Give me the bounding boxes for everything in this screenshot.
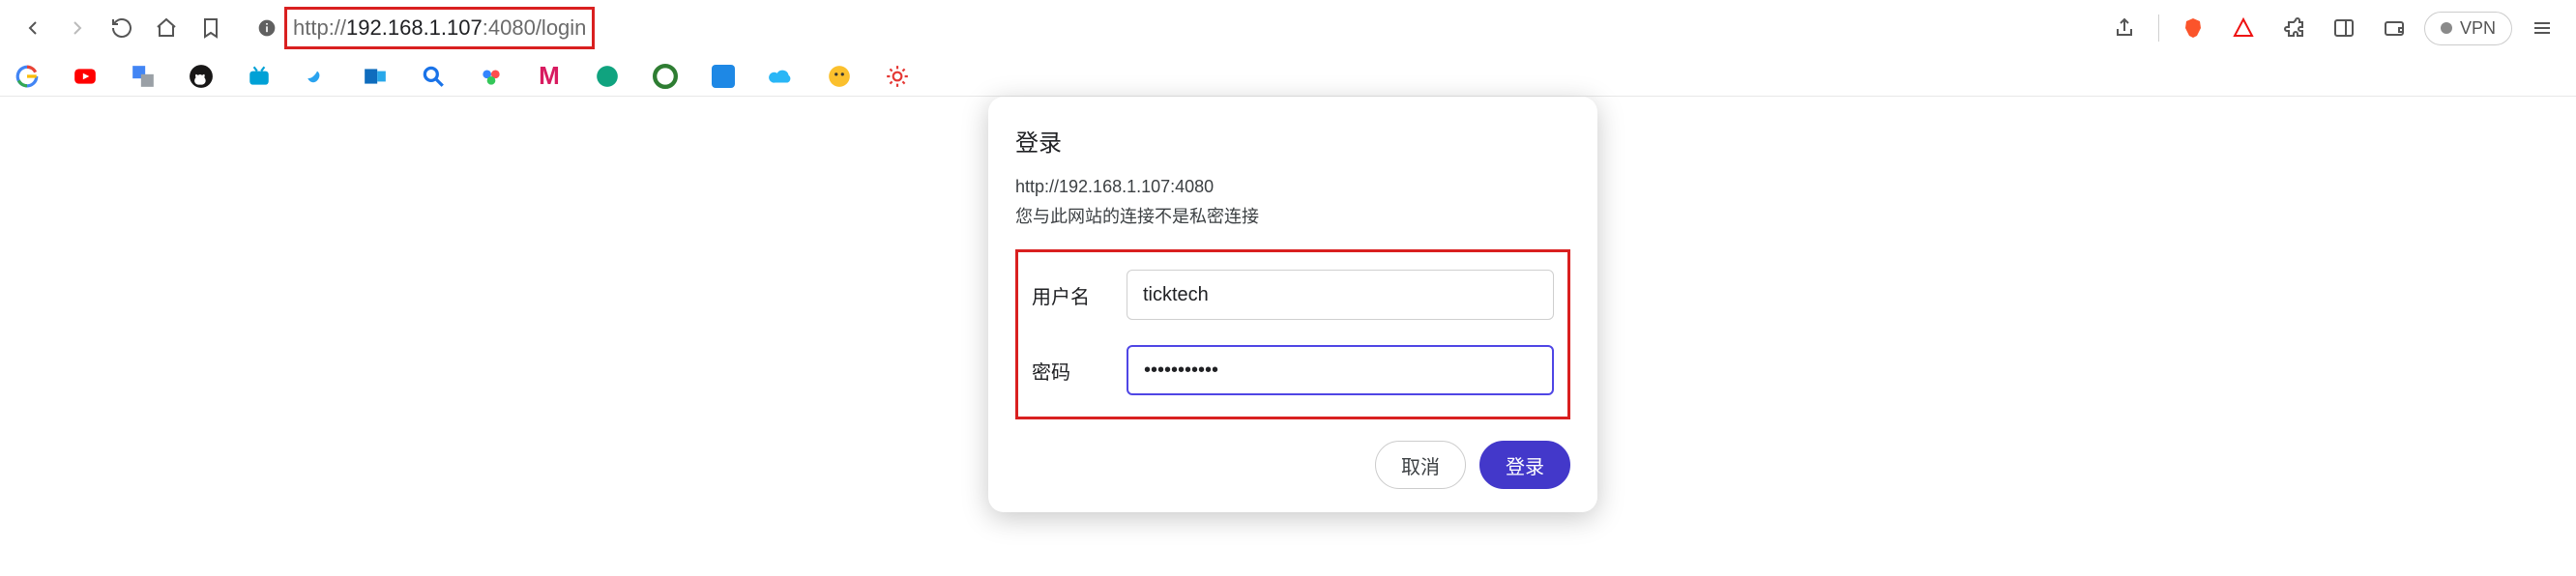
bookmark-outlook[interactable] [362, 63, 389, 90]
bookmark-github[interactable] [188, 63, 215, 90]
bookmark-youtube[interactable] [72, 63, 99, 90]
bookmark-cloud[interactable] [768, 63, 795, 90]
brave-rewards-button[interactable] [2223, 8, 2264, 48]
http-auth-dialog: 登录 http://192.168.1.107:4080 您与此网站的连接不是私… [988, 97, 1597, 512]
vpn-label: VPN [2460, 18, 2496, 39]
github-icon [189, 64, 214, 89]
separator [2158, 14, 2159, 42]
bookmark-yellow-circle[interactable] [826, 63, 853, 90]
bookmark-chatgpt[interactable] [594, 63, 621, 90]
username-row: 用户名 [1032, 270, 1554, 320]
vpn-button[interactable]: VPN [2424, 12, 2512, 45]
m-icon: M [539, 61, 560, 91]
home-icon [155, 16, 178, 40]
panel-icon [2332, 16, 2356, 40]
username-label: 用户名 [1032, 281, 1105, 309]
blue-square-icon [712, 65, 735, 88]
yellow-circle-icon [827, 64, 852, 89]
url-host: 192.168.1.107 [346, 15, 483, 40]
dialog-actions: 取消 登录 [1015, 441, 1570, 489]
password-input[interactable] [1127, 345, 1554, 395]
page-content: 登录 http://192.168.1.107:4080 您与此网站的连接不是私… [0, 97, 2576, 576]
outlook-icon [363, 64, 388, 89]
password-row: 密码 [1032, 345, 1554, 395]
url-path: /login [536, 15, 587, 40]
nav-back-button[interactable] [14, 9, 52, 47]
chevron-right-icon [66, 16, 89, 40]
reload-icon [110, 16, 133, 40]
toolbar-right-icons: VPN [2104, 8, 2562, 48]
wallet-button[interactable] [2374, 8, 2415, 48]
extensions-button[interactable] [2273, 8, 2314, 48]
home-button[interactable] [147, 9, 186, 47]
browser-toolbar: http://192.168.1.107:4080/login VPN [0, 0, 2576, 56]
sidebar-button[interactable] [2324, 8, 2364, 48]
cancel-button[interactable]: 取消 [1375, 441, 1466, 489]
wallet-icon [2383, 16, 2406, 40]
dialog-warning: 您与此网站的连接不是私密连接 [1015, 203, 1570, 228]
bookmark-blue-app[interactable] [710, 63, 737, 90]
dialog-url: http://192.168.1.107:4080 [1015, 177, 1570, 197]
cloud-icon [769, 64, 794, 89]
dialog-title: 登录 [1015, 124, 1570, 158]
triangle-icon [2232, 16, 2255, 40]
bookmark-dove[interactable] [304, 63, 331, 90]
bookmark-baidu-app[interactable] [478, 63, 505, 90]
swirl-icon [653, 64, 678, 89]
brave-icon [2181, 16, 2205, 40]
bookmark-m[interactable]: M [536, 63, 563, 90]
chatgpt-icon [595, 64, 620, 89]
hamburger-icon [2531, 16, 2554, 40]
address-bar[interactable]: http://192.168.1.107:4080/login [249, 9, 2085, 47]
share-icon [2113, 16, 2136, 40]
chevron-left-icon [21, 16, 44, 40]
cloud-app-icon [479, 64, 504, 89]
bookmark-google[interactable] [14, 63, 41, 90]
bookmark-green-swirl[interactable] [652, 63, 679, 90]
bird-icon [305, 64, 330, 89]
login-button[interactable]: 登录 [1479, 441, 1570, 489]
fields-annotation-box: 用户名 密码 [1015, 249, 1570, 419]
bilibili-icon [247, 64, 272, 89]
url-display: http://192.168.1.107:4080/login [293, 15, 586, 41]
google-icon [15, 64, 40, 89]
url-port: :4080 [483, 15, 536, 40]
red-gear-icon [885, 64, 910, 89]
bookmark-bilibili[interactable] [246, 63, 273, 90]
url-annotation-box: http://192.168.1.107:4080/login [284, 7, 595, 49]
bookmark-search[interactable] [420, 63, 447, 90]
bookmark-translate[interactable] [130, 63, 157, 90]
bookmark-icon [199, 16, 222, 40]
vpn-status-dot [2441, 22, 2452, 34]
username-input[interactable] [1127, 270, 1554, 320]
puzzle-icon [2282, 16, 2305, 40]
bookmarks-bar: M [0, 56, 2576, 97]
app-menu-button[interactable] [2522, 8, 2562, 48]
bookmark-button[interactable] [191, 9, 230, 47]
share-button[interactable] [2104, 8, 2145, 48]
password-label: 密码 [1032, 357, 1105, 385]
brave-shields-button[interactable] [2173, 8, 2213, 48]
reload-button[interactable] [102, 9, 141, 47]
translate-icon [131, 64, 156, 89]
site-info-button[interactable] [249, 11, 284, 45]
url-scheme: http:// [293, 15, 346, 40]
youtube-icon [73, 64, 98, 89]
search-icon [421, 64, 446, 89]
info-icon [257, 18, 277, 38]
nav-forward-button[interactable] [58, 9, 97, 47]
bookmark-red-gear[interactable] [884, 63, 911, 90]
